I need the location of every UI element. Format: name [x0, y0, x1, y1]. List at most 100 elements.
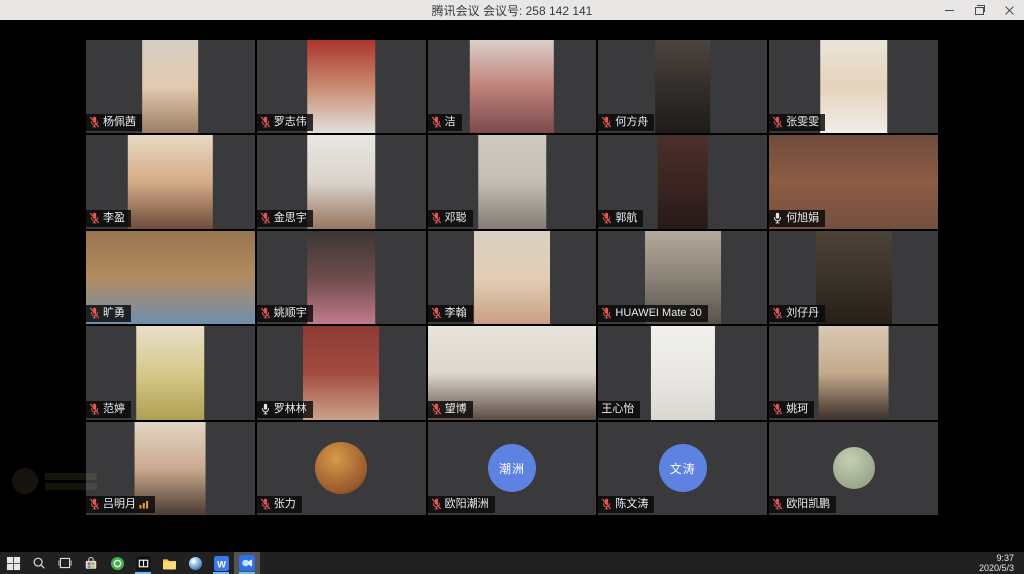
tencent-meeting-icon[interactable]	[234, 552, 260, 574]
mic-muted-icon	[89, 403, 100, 415]
participant-tile[interactable]: HUAWEI Mate 30	[598, 231, 767, 324]
watermark-logo	[12, 468, 38, 494]
participant-name: 望博	[445, 402, 467, 416]
search-icon[interactable]	[26, 552, 52, 574]
participant-tile[interactable]: 洁	[428, 40, 597, 133]
participant-tile[interactable]: 金思宇	[257, 135, 426, 228]
participant-tile[interactable]: 旷勇	[86, 231, 255, 324]
participant-video	[657, 135, 708, 228]
participant-name: 刘仔丹	[786, 306, 819, 320]
mic-muted-icon	[601, 116, 612, 128]
watermark-text	[45, 473, 97, 490]
participant-tile[interactable]: 杨佩茜	[86, 40, 255, 133]
mic-muted-icon	[431, 116, 442, 128]
participant-tile[interactable]: 刘仔丹	[769, 231, 938, 324]
participant-tile[interactable]: 吕明月	[86, 422, 255, 515]
close-button[interactable]	[994, 0, 1024, 20]
file-explorer-icon[interactable]	[156, 552, 182, 574]
participant-name: HUAWEI Mate 30	[615, 306, 701, 320]
participant-name: 何旭娟	[786, 211, 819, 225]
participant-nameplate: 范婷	[86, 401, 131, 418]
participant-nameplate: HUAWEI Mate 30	[598, 305, 707, 322]
participant-name: 邓聪	[445, 211, 467, 225]
taskbar-clock[interactable]: 9:37 2020/5/3	[979, 553, 1024, 573]
green-app-icon[interactable]	[104, 552, 130, 574]
participant-avatar	[315, 442, 367, 494]
start-icon[interactable]	[0, 552, 26, 574]
participant-video	[478, 135, 546, 228]
participant-tile[interactable]: 何旭娟	[769, 135, 938, 228]
participant-tile[interactable]: 张雯雯	[769, 40, 938, 133]
mic-muted-icon	[260, 212, 271, 224]
wps-icon[interactable]: W	[208, 552, 234, 574]
participant-tile[interactable]: 罗林林	[257, 326, 426, 419]
participant-nameplate: 杨佩茜	[86, 114, 142, 131]
participant-tile[interactable]: 郭航	[598, 135, 767, 228]
mic-muted-icon	[260, 116, 271, 128]
participant-nameplate: 陈文涛	[598, 496, 654, 513]
participant-tile[interactable]: 姚顺宇	[257, 231, 426, 324]
participant-video	[128, 135, 212, 228]
mic-muted-icon	[601, 307, 612, 319]
mic-muted-icon	[431, 307, 442, 319]
mic-muted-icon	[89, 307, 100, 319]
participant-tile[interactable]: 何方舟	[598, 40, 767, 133]
participant-tile[interactable]: 李盈	[86, 135, 255, 228]
participant-name: 金思宇	[274, 211, 307, 225]
mic-muted-icon	[772, 307, 783, 319]
participant-name: 郭航	[615, 211, 637, 225]
window-title-bar: 腾讯会议 会议号: 258 142 141	[0, 0, 1024, 20]
mic-muted-icon	[89, 212, 100, 224]
participant-tile[interactable]: 罗志伟	[257, 40, 426, 133]
mic-muted-icon	[260, 307, 271, 319]
watermark	[12, 468, 97, 494]
participant-tile[interactable]: 李翰	[428, 231, 597, 324]
participant-name: 范婷	[103, 402, 125, 416]
reader-app-icon[interactable]	[130, 552, 156, 574]
restore-button[interactable]	[964, 0, 994, 20]
participant-name: 陈文涛	[615, 497, 648, 511]
participant-tile[interactable]: 张力	[257, 422, 426, 515]
participant-video	[307, 40, 375, 133]
participant-name: 吕明月	[103, 497, 136, 511]
mic-muted-icon	[431, 403, 442, 415]
participant-nameplate: 张雯雯	[769, 114, 825, 131]
mic-muted-icon	[601, 498, 612, 510]
participant-nameplate: 洁	[428, 114, 462, 131]
participant-nameplate: 旷勇	[86, 305, 131, 322]
mic-muted-icon	[772, 403, 783, 415]
svg-text:W: W	[217, 559, 226, 569]
participant-avatar	[833, 447, 875, 489]
participant-video	[303, 326, 379, 419]
participant-tile[interactable]: 潮洲欧阳潮洲	[428, 422, 597, 515]
task-view-icon[interactable]	[52, 552, 78, 574]
participant-tile[interactable]: 邓聪	[428, 135, 597, 228]
mic-muted-icon	[431, 212, 442, 224]
meeting-stage: 杨佩茜 罗志伟洁 何方舟 张雯雯李盈 金思宇 邓聪 郭航 何旭娟旷勇 姚顺宇李翰 HUAWEI M…	[0, 20, 1024, 552]
participant-nameplate: 何方舟	[598, 114, 654, 131]
minimize-button[interactable]	[934, 0, 964, 20]
participant-nameplate: 张力	[257, 496, 302, 513]
participant-tile[interactable]: 姚珂	[769, 326, 938, 419]
participant-tile[interactable]: 范婷	[86, 326, 255, 419]
participant-name: 欧阳凯鹏	[786, 497, 830, 511]
close-icon	[1005, 6, 1014, 15]
mic-muted-icon	[601, 212, 612, 224]
participant-name: 张力	[274, 497, 296, 511]
browser-icon[interactable]	[182, 552, 208, 574]
participant-tile[interactable]: 望博	[428, 326, 597, 419]
participant-video	[143, 40, 199, 133]
participant-video	[137, 326, 205, 419]
participant-name: 旷勇	[103, 306, 125, 320]
participant-nameplate: 望博	[428, 401, 473, 418]
participant-nameplate: 何旭娟	[769, 210, 825, 227]
store-icon[interactable]	[78, 552, 104, 574]
participant-name: 李盈	[103, 211, 125, 225]
mic-muted-icon	[772, 116, 783, 128]
minimize-icon	[945, 10, 954, 11]
participant-name: 姚珂	[786, 402, 808, 416]
participant-nameplate: 郭航	[598, 210, 643, 227]
participant-tile[interactable]: 王心怡	[598, 326, 767, 419]
participant-tile[interactable]: 文涛陈文涛	[598, 422, 767, 515]
participant-tile[interactable]: 欧阳凯鹏	[769, 422, 938, 515]
